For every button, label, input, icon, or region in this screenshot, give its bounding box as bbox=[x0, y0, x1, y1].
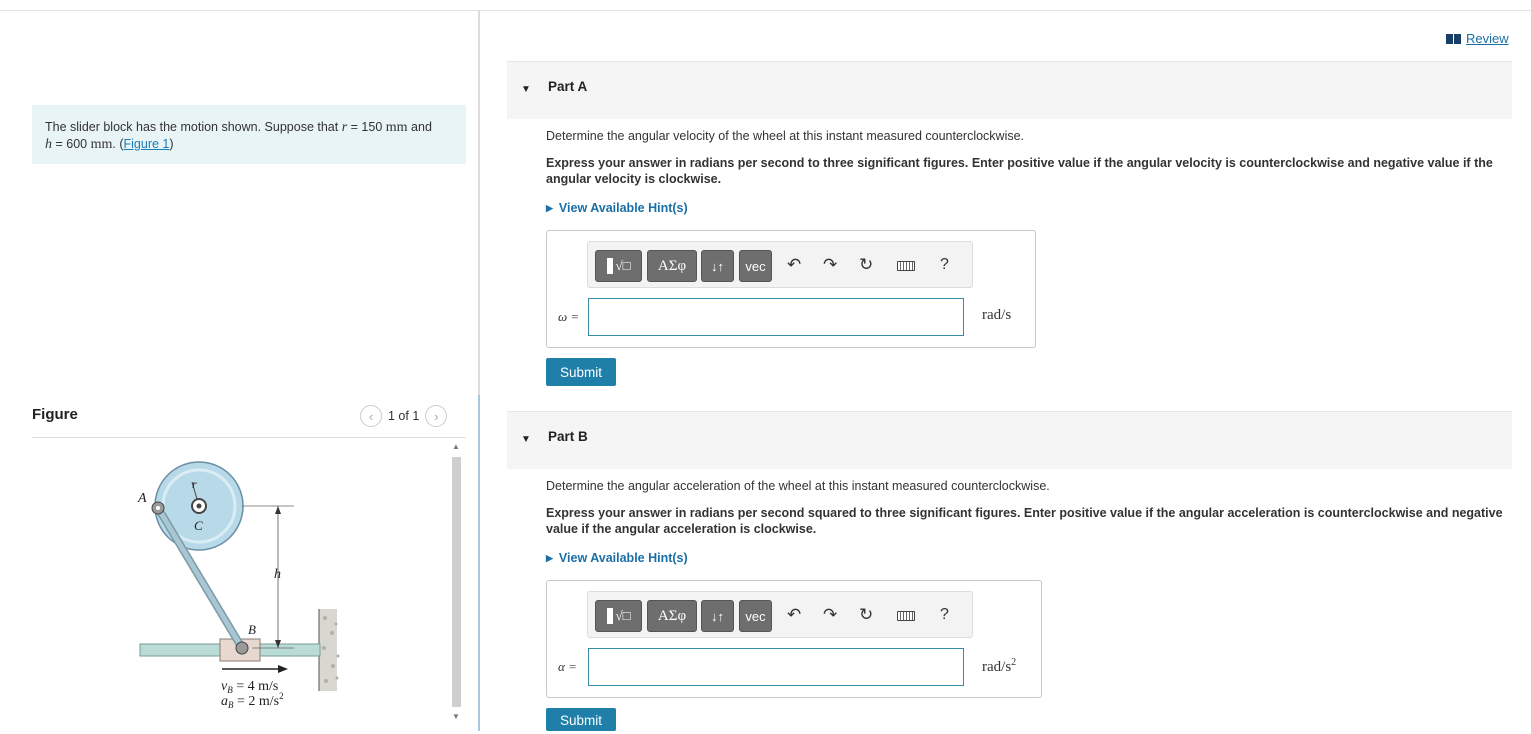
figure-image: A r C h B vB = 4 m/s aB = 2 m/s2 bbox=[32, 438, 442, 731]
part-b-hint-toggle[interactable]: ▶ View Available Hint(s) bbox=[546, 551, 688, 565]
part-a-answer-box: √□ ΑΣφ ↓↑ vec ↶ ↷ ↻ ? ω = rad/s bbox=[546, 230, 1036, 348]
label-B: B bbox=[248, 622, 256, 637]
pager-label: 1 of 1 bbox=[388, 409, 420, 423]
keyboard-icon[interactable] bbox=[897, 611, 915, 621]
problem-statement: The slider block has the motion shown. S… bbox=[32, 105, 466, 164]
collapse-triangle-icon: ▼ bbox=[521, 434, 531, 445]
label-h: h bbox=[274, 567, 281, 582]
scroll-up-icon[interactable]: ▲ bbox=[452, 442, 460, 451]
prev-figure-button[interactable]: ‹ bbox=[360, 405, 382, 427]
book-icon bbox=[1446, 33, 1461, 44]
subscript-superscript-button[interactable]: ↓↑ bbox=[701, 250, 734, 282]
label-A: A bbox=[137, 491, 147, 506]
omega-label: ω = bbox=[558, 309, 580, 324]
vb-label: vB = 4 m/s bbox=[221, 679, 278, 695]
expand-triangle-icon: ▶ bbox=[546, 552, 553, 563]
scroll-thumb[interactable] bbox=[452, 457, 461, 707]
part-b-question: Determine the angular acceleration of th… bbox=[546, 479, 1050, 493]
omega-input[interactable] bbox=[588, 298, 964, 336]
subscript-superscript-button[interactable]: ↓↑ bbox=[701, 600, 734, 632]
pin-B bbox=[235, 641, 249, 655]
alpha-unit: rad/s2 bbox=[982, 657, 1017, 675]
collapse-triangle-icon: ▼ bbox=[521, 84, 531, 95]
part-b-header[interactable]: ▼ Part B bbox=[507, 411, 1512, 469]
undo-icon[interactable]: ↶ bbox=[787, 255, 801, 275]
vector-button[interactable]: vec bbox=[739, 600, 772, 632]
label-C: C bbox=[194, 518, 203, 533]
part-a-hint-toggle[interactable]: ▶ View Available Hint(s) bbox=[546, 201, 688, 215]
top-divider bbox=[0, 10, 1531, 11]
wall bbox=[318, 609, 340, 691]
omega-unit: rad/s bbox=[982, 307, 1012, 323]
alpha-label: α = bbox=[558, 659, 577, 674]
reset-icon[interactable]: ↻ bbox=[859, 255, 873, 275]
slider-crank-diagram: A r C h B vB = 4 m/s aB = 2 m/s2 bbox=[137, 461, 340, 710]
review-link[interactable]: Review bbox=[1446, 31, 1509, 46]
symbols-button[interactable]: ΑΣφ bbox=[647, 600, 697, 632]
help-icon[interactable]: ? bbox=[940, 256, 949, 274]
math-toolbar: √□ ΑΣφ ↓↑ vec ↶ ↷ ↻ ? bbox=[587, 591, 973, 638]
part-b-answer-box: √□ ΑΣφ ↓↑ vec ↶ ↷ ↻ ? α = rad/s2 bbox=[546, 580, 1042, 698]
part-a-submit-button[interactable]: Submit bbox=[546, 358, 616, 386]
pane-divider-active bbox=[478, 395, 480, 731]
part-a-question: Determine the angular velocity of the wh… bbox=[546, 129, 1025, 143]
scroll-down-icon[interactable]: ▼ bbox=[452, 712, 460, 721]
symbols-button[interactable]: ΑΣφ bbox=[647, 250, 697, 282]
vector-button[interactable]: vec bbox=[739, 250, 772, 282]
help-icon[interactable]: ? bbox=[940, 606, 949, 624]
figure-link[interactable]: Figure 1 bbox=[124, 137, 170, 151]
part-a-instructions: Express your answer in radians per secon… bbox=[546, 156, 1493, 186]
math-toolbar: √□ ΑΣφ ↓↑ vec ↶ ↷ ↻ ? bbox=[587, 241, 973, 288]
figure-scrollbar[interactable]: ▲ ▼ bbox=[450, 440, 463, 725]
keyboard-icon[interactable] bbox=[897, 261, 915, 271]
templates-button[interactable]: √□ bbox=[595, 250, 642, 282]
part-b-instructions: Express your answer in radians per secon… bbox=[546, 506, 1503, 536]
part-a-header[interactable]: ▼ Part A bbox=[507, 61, 1512, 119]
alpha-input[interactable] bbox=[588, 648, 964, 686]
label-r: r bbox=[192, 477, 197, 491]
figure-pager: ‹ 1 of 1 › bbox=[360, 405, 448, 427]
templates-button[interactable]: √□ bbox=[595, 600, 642, 632]
reset-icon[interactable]: ↻ bbox=[859, 605, 873, 625]
redo-icon[interactable]: ↷ bbox=[823, 605, 837, 625]
part-b-submit-button[interactable]: Submit bbox=[546, 708, 616, 731]
expand-triangle-icon: ▶ bbox=[546, 202, 553, 213]
redo-icon[interactable]: ↷ bbox=[823, 255, 837, 275]
undo-icon[interactable]: ↶ bbox=[787, 605, 801, 625]
next-figure-button[interactable]: › bbox=[425, 405, 448, 427]
figure-title: Figure bbox=[32, 406, 78, 423]
